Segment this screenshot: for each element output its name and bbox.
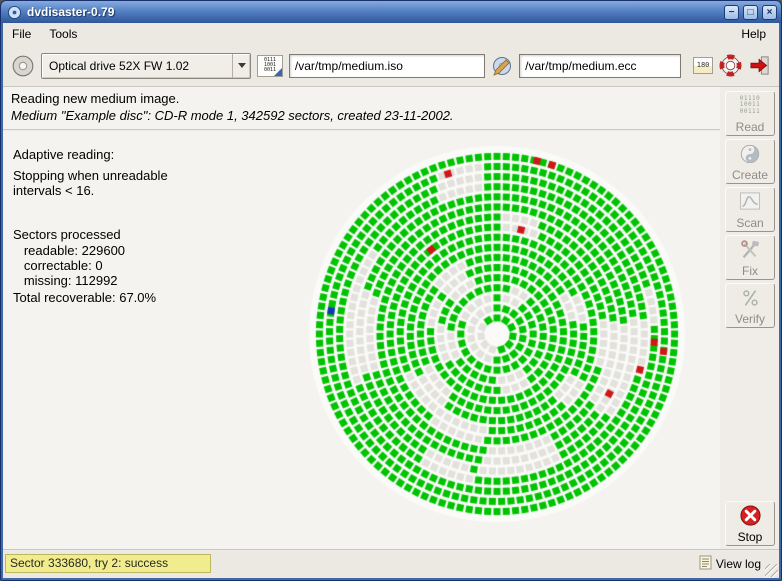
- binary-read-icon: 01110 10011 00111: [740, 94, 761, 118]
- verify-label: Verify: [735, 312, 765, 326]
- image-file-icon: 0111 1001 0011: [257, 55, 283, 77]
- preferences-icon[interactable]: 180: [693, 57, 713, 74]
- reading-spiral: [304, 141, 690, 527]
- titlebar[interactable]: dvdisaster-0.79 − □ ×: [1, 1, 781, 23]
- adaptive-reading-title: Adaptive reading:: [13, 147, 114, 162]
- view-log-button[interactable]: View log: [699, 555, 761, 573]
- status-message: Sector 333680, try 2: success: [5, 554, 211, 573]
- scan-button[interactable]: Scan: [725, 187, 775, 232]
- drive-select[interactable]: Optical drive 52X FW 1.02: [41, 53, 251, 79]
- stop-icon: [739, 504, 762, 528]
- read-button[interactable]: 01110 10011 00111 Read: [725, 91, 775, 136]
- statusbar: Sector 333680, try 2: success View log: [3, 549, 779, 578]
- stopping-condition-line1: Stopping when unreadable: [13, 168, 168, 183]
- verify-percent-icon: [739, 286, 761, 310]
- reading-status-line: Reading new medium image.: [11, 91, 179, 106]
- resize-grip[interactable]: [765, 564, 778, 577]
- correctable-count: correctable: 0: [13, 258, 103, 273]
- window-body: File Tools Help Optical drive 52X FW 1.0…: [3, 23, 779, 578]
- medium-info-line: Medium "Example disc": CD-R mode 1, 3425…: [11, 108, 454, 123]
- stopping-condition-line2: intervals < 16.: [13, 183, 94, 198]
- drive-icon: [11, 54, 35, 78]
- scan-chart-icon: [738, 190, 762, 214]
- statusbar-divider: [3, 549, 779, 551]
- minimize-button[interactable]: −: [724, 5, 739, 20]
- heading-divider: [3, 129, 722, 131]
- scan-label: Scan: [736, 216, 763, 230]
- view-log-label: View log: [716, 557, 761, 571]
- image-file-input[interactable]: [289, 54, 485, 78]
- read-label: Read: [736, 120, 765, 134]
- log-icon: [699, 555, 712, 573]
- yinyang-create-icon: [739, 142, 761, 166]
- toolbar: Optical drive 52X FW 1.02 0111 1001 0011…: [3, 45, 779, 86]
- window-icon: [7, 5, 22, 20]
- ecc-file-icon: [491, 55, 513, 77]
- verify-button[interactable]: Verify: [725, 283, 775, 328]
- stop-label: Stop: [738, 530, 763, 544]
- fix-button[interactable]: Fix: [725, 235, 775, 280]
- main-area: Reading new medium image. Medium "Exampl…: [3, 87, 779, 549]
- sectors-processed-title: Sectors processed: [13, 227, 121, 242]
- menu-help[interactable]: Help: [732, 24, 775, 44]
- fix-label: Fix: [742, 264, 758, 278]
- missing-count: missing: 112992: [13, 273, 118, 288]
- ecc-file-input[interactable]: [519, 54, 681, 78]
- help-lifebuoy-icon[interactable]: [719, 54, 742, 77]
- menu-tools[interactable]: Tools: [40, 24, 86, 44]
- close-button[interactable]: ×: [762, 5, 777, 20]
- drive-select-value: Optical drive 52X FW 1.02: [42, 59, 232, 73]
- readable-count: readable: 229600: [13, 243, 125, 258]
- stop-button[interactable]: Stop: [725, 501, 775, 546]
- window-title: dvdisaster-0.79: [27, 5, 720, 19]
- drive-select-arrow-button[interactable]: [232, 54, 250, 78]
- maximize-button[interactable]: □: [743, 5, 758, 20]
- fix-tools-icon: [739, 238, 761, 262]
- quit-icon[interactable]: [748, 54, 771, 77]
- menu-file[interactable]: File: [3, 24, 40, 44]
- create-button[interactable]: Create: [725, 139, 775, 184]
- total-recoverable: Total recoverable: 67.0%: [13, 290, 156, 305]
- sidebar: 01110 10011 00111 Read Create: [720, 87, 779, 549]
- chevron-down-icon: [238, 63, 246, 68]
- create-label: Create: [732, 168, 768, 182]
- app-window: dvdisaster-0.79 − □ × File Tools Help Op…: [0, 0, 782, 581]
- menubar: File Tools Help: [3, 23, 779, 45]
